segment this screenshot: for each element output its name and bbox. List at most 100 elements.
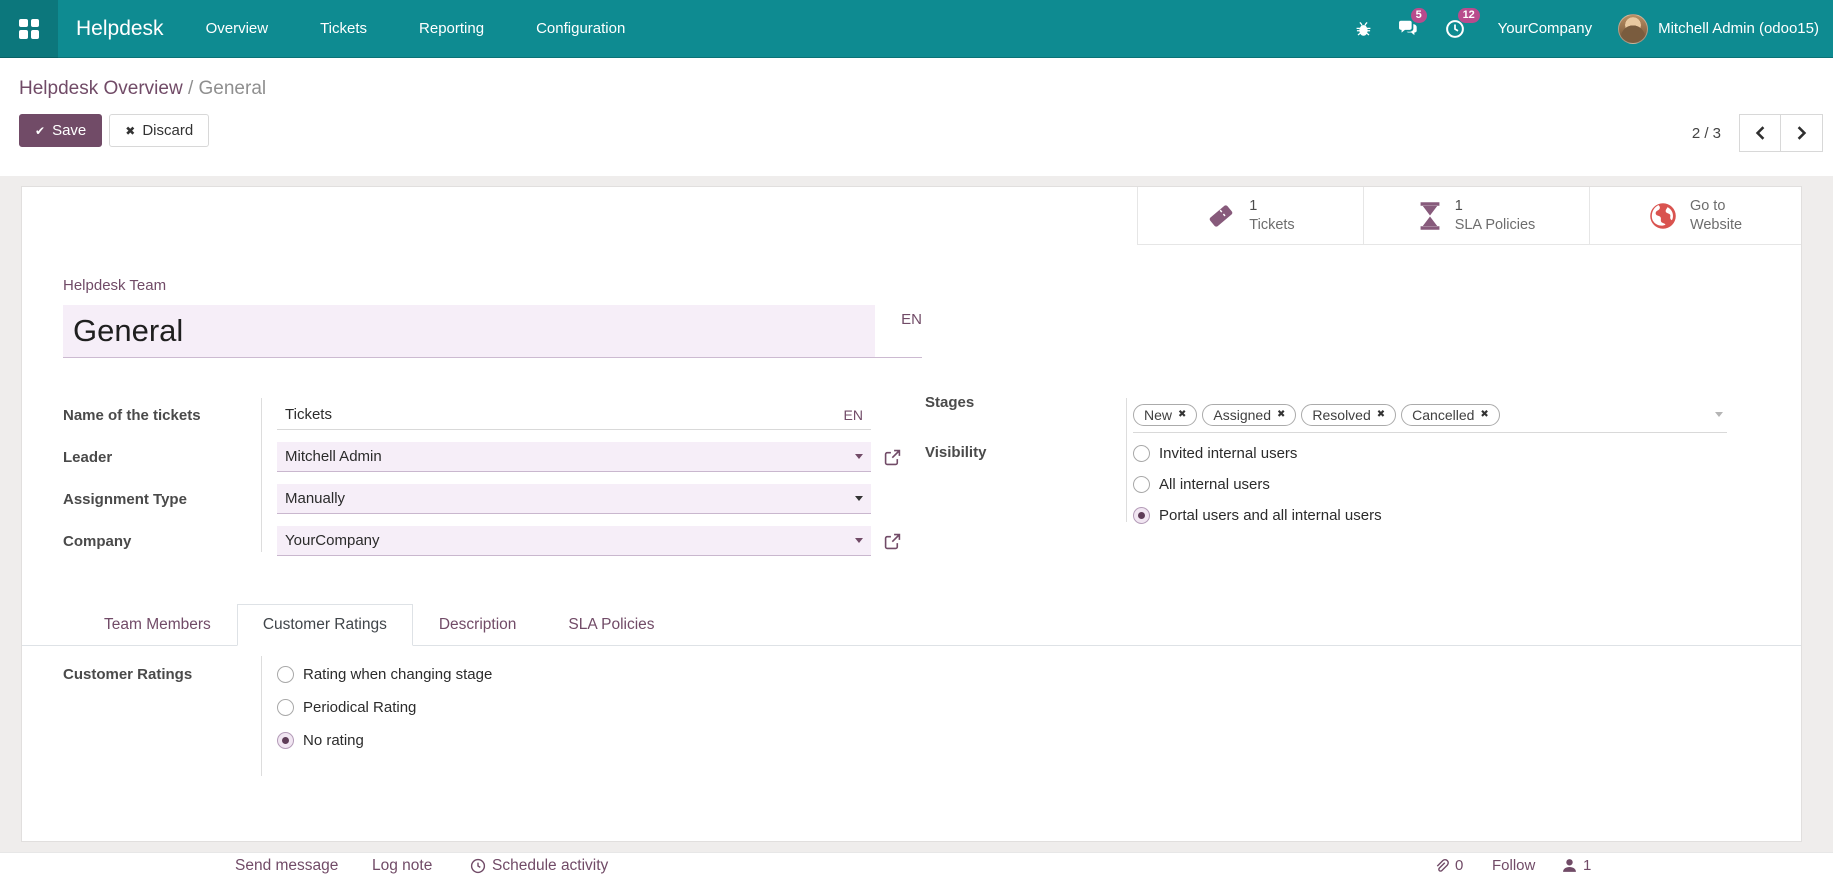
- content-area: 1 Tickets 1 SLA Policies Go to Website: [0, 176, 1833, 871]
- menu-tickets[interactable]: Tickets: [294, 0, 393, 57]
- user-name: Mitchell Admin (odoo15): [1658, 20, 1819, 37]
- team-name-field-wrap: General EN: [63, 305, 922, 358]
- dropdown-caret-icon: [855, 538, 863, 543]
- radio-checked-icon[interactable]: [1133, 507, 1150, 524]
- breadcrumb-parent[interactable]: Helpdesk Overview: [19, 78, 183, 99]
- customer-ratings-label: Customer Ratings: [63, 666, 192, 683]
- remove-tag-icon[interactable]: ✖: [1178, 409, 1186, 420]
- rating-option-no-rating[interactable]: No rating: [277, 724, 492, 757]
- radio-checked-icon[interactable]: [277, 732, 294, 749]
- ticket-name-input[interactable]: Tickets EN: [277, 400, 871, 430]
- stat-button-box: 1 Tickets 1 SLA Policies Go to Website: [1137, 187, 1801, 245]
- rating-option-periodical[interactable]: Periodical Rating: [277, 691, 492, 724]
- radio-unchecked-icon[interactable]: [277, 699, 294, 716]
- stage-tag: Cancelled✖: [1401, 404, 1500, 426]
- close-icon: ✖: [125, 124, 135, 138]
- menu-configuration[interactable]: Configuration: [510, 0, 651, 57]
- form-action-buttons: ✔ Save ✖ Discard: [19, 114, 209, 147]
- left-field-group: Name of the tickets Tickets EN Leader Mi…: [63, 394, 963, 562]
- save-button[interactable]: ✔ Save: [19, 114, 102, 147]
- discard-button[interactable]: ✖ Discard: [109, 114, 209, 147]
- company-input[interactable]: YourCompany: [277, 526, 871, 556]
- navbar-systray: 5 12 YourCompany Mitchell Admin (odoo15): [1342, 0, 1833, 58]
- radio-unchecked-icon[interactable]: [1133, 476, 1150, 493]
- remove-tag-icon[interactable]: ✖: [1277, 409, 1285, 420]
- stage-tag: Resolved✖: [1301, 404, 1396, 426]
- title-block: Helpdesk Team General EN: [63, 277, 922, 358]
- stat-button-tickets[interactable]: 1 Tickets: [1137, 187, 1363, 245]
- sla-count: 1: [1455, 197, 1536, 216]
- stat-button-sla-policies[interactable]: 1 SLA Policies: [1363, 187, 1589, 245]
- paperclip-icon: [1434, 858, 1449, 874]
- dropdown-caret-icon: [855, 454, 863, 459]
- visibility-option-portal[interactable]: Portal users and all internal users: [1133, 500, 1382, 531]
- remove-tag-icon[interactable]: ✖: [1480, 409, 1488, 420]
- radio-unchecked-icon[interactable]: [277, 666, 294, 683]
- team-name-input[interactable]: General: [63, 305, 875, 357]
- tab-description[interactable]: Description: [413, 604, 543, 646]
- activities-badge: 12: [1458, 8, 1480, 23]
- stage-tag: New✖: [1133, 404, 1197, 426]
- hourglass-icon: [1418, 202, 1442, 230]
- field-row-assignment-type: Assignment Type Manually: [63, 478, 963, 520]
- leader-label: Leader: [63, 449, 277, 466]
- follow-button[interactable]: Follow: [1492, 857, 1535, 874]
- ratings-options: Rating when changing stage Periodical Ra…: [277, 658, 492, 757]
- tab-team-members[interactable]: Team Members: [78, 604, 237, 646]
- tab-customer-ratings[interactable]: Customer Ratings: [237, 604, 413, 646]
- debug-bug-icon[interactable]: [1342, 0, 1385, 58]
- ticket-name-lang-badge[interactable]: EN: [844, 407, 863, 423]
- breadcrumb: Helpdesk Overview / General: [19, 78, 266, 100]
- team-type-label: Helpdesk Team: [63, 277, 922, 294]
- field-row-ticket-name: Name of the tickets Tickets EN: [63, 394, 963, 436]
- company-switcher[interactable]: YourCompany: [1498, 20, 1593, 37]
- leader-input[interactable]: Mitchell Admin: [277, 442, 871, 472]
- leader-external-link-icon[interactable]: [884, 449, 901, 466]
- assignment-type-select[interactable]: Manually: [277, 484, 871, 514]
- apps-menu-button[interactable]: [0, 0, 58, 58]
- attachment-count: 0: [1455, 857, 1463, 874]
- ticket-icon: [1206, 201, 1236, 231]
- clock-icon: [470, 858, 486, 874]
- globe-icon: [1649, 202, 1677, 230]
- user-menu[interactable]: Mitchell Admin (odoo15): [1618, 14, 1819, 44]
- tab-sla-policies[interactable]: SLA Policies: [542, 604, 680, 646]
- chatter-bar: Send message Log note Schedule activity …: [0, 852, 1833, 872]
- stages-label: Stages: [925, 394, 1133, 436]
- attachments-button[interactable]: 0: [1434, 857, 1463, 874]
- tickets-label: Tickets: [1249, 216, 1294, 235]
- radio-unchecked-icon[interactable]: [1133, 445, 1150, 462]
- menu-overview[interactable]: Overview: [180, 0, 295, 57]
- customer-ratings-group: Customer Ratings Rating when changing st…: [63, 658, 963, 757]
- company-label: Company: [63, 533, 277, 550]
- pager-next-button[interactable]: [1781, 114, 1823, 152]
- activities-clock-icon[interactable]: 12: [1432, 0, 1478, 58]
- select-caret-icon: [855, 496, 863, 501]
- app-name[interactable]: Helpdesk: [76, 17, 164, 41]
- send-message-button[interactable]: Send message: [235, 857, 338, 875]
- chevron-right-icon: [1796, 126, 1807, 140]
- main-menu: Overview Tickets Reporting Configuration: [180, 0, 652, 57]
- stages-tags-input[interactable]: New✖ Assigned✖ Resolved✖ Cancelled✖: [1133, 397, 1727, 433]
- tags-dropdown-caret-icon[interactable]: [1715, 412, 1723, 417]
- followers-button[interactable]: 1: [1562, 857, 1591, 874]
- team-name-lang-badge[interactable]: EN: [901, 305, 922, 328]
- stat-button-go-to-website[interactable]: Go to Website: [1589, 187, 1801, 245]
- rating-option-stage-change[interactable]: Rating when changing stage: [277, 658, 492, 691]
- messages-badge: 5: [1411, 8, 1427, 23]
- log-note-button[interactable]: Log note: [372, 857, 432, 875]
- remove-tag-icon[interactable]: ✖: [1377, 409, 1385, 420]
- messages-icon[interactable]: 5: [1385, 0, 1432, 58]
- visibility-option-invited[interactable]: Invited internal users: [1133, 438, 1382, 469]
- pager-previous-button[interactable]: [1739, 114, 1781, 152]
- visibility-label: Visibility: [925, 436, 1133, 531]
- chevron-left-icon: [1755, 126, 1766, 140]
- check-icon: ✔: [35, 124, 45, 138]
- field-row-company: Company YourCompany: [63, 520, 963, 562]
- company-external-link-icon[interactable]: [884, 533, 901, 550]
- pager-value: 2 / 3: [1692, 125, 1721, 142]
- visibility-option-all-internal[interactable]: All internal users: [1133, 469, 1382, 500]
- schedule-activity-button[interactable]: Schedule activity: [470, 857, 608, 875]
- menu-reporting[interactable]: Reporting: [393, 0, 510, 57]
- apps-grid-icon: [19, 19, 39, 39]
